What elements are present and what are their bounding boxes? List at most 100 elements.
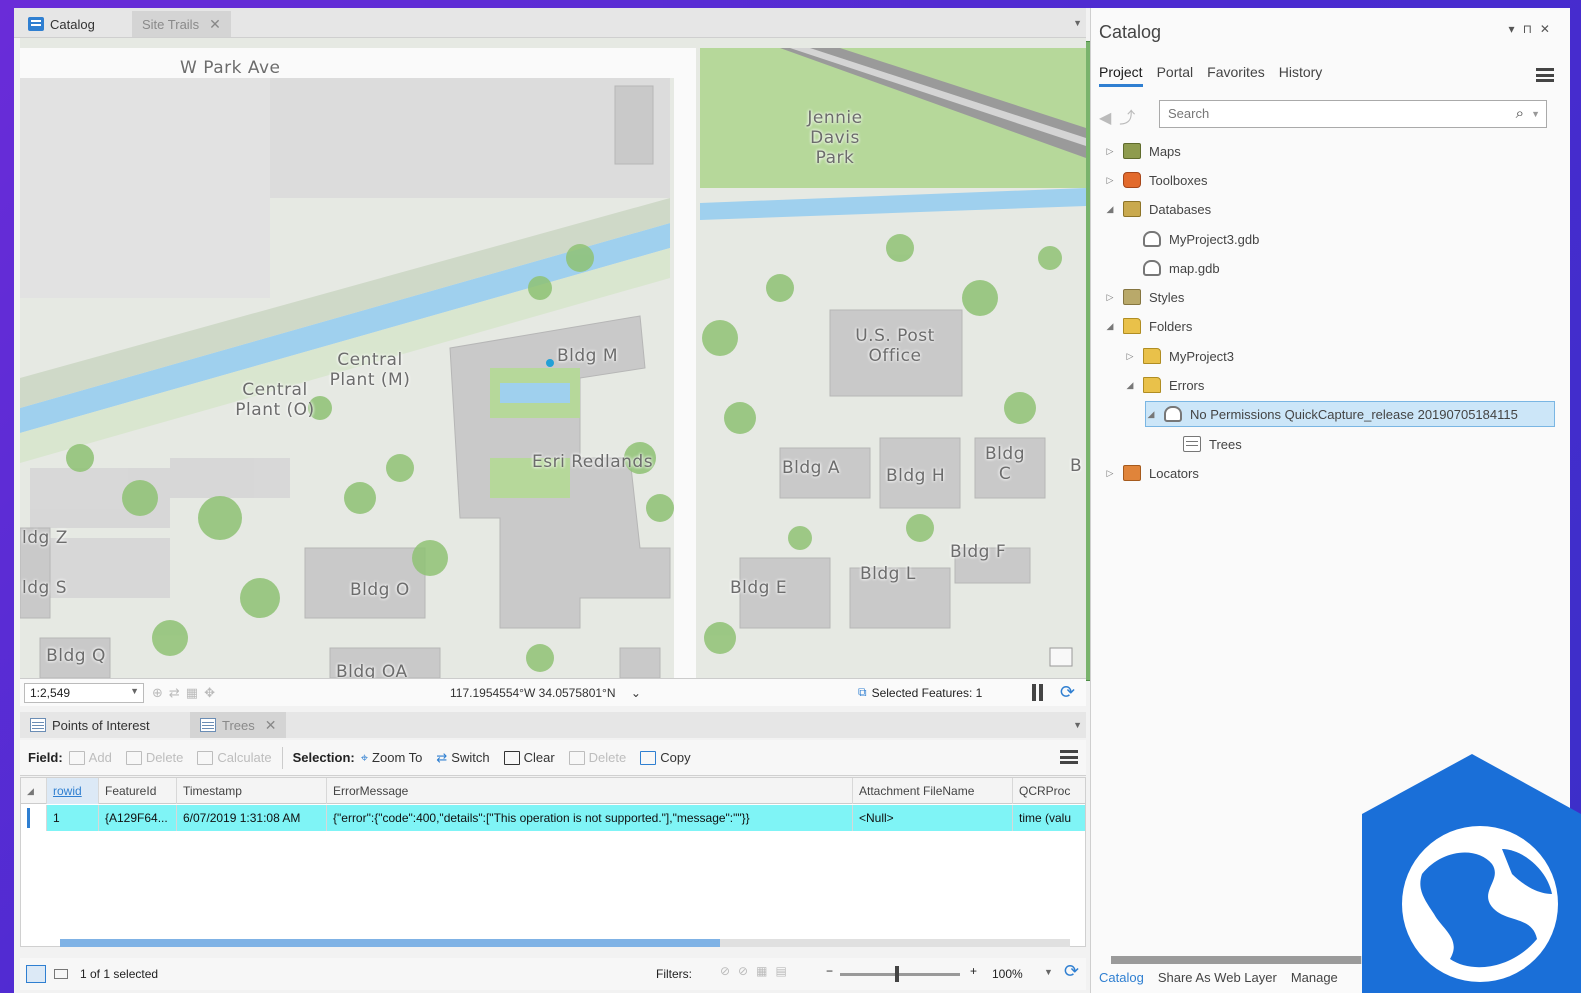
map-label-bldg-m: Bldg M — [557, 346, 619, 366]
close-icon[interactable]: ✕ — [209, 16, 221, 33]
tree-item-map-gdb[interactable]: map.gdb — [1143, 255, 1220, 281]
row-selector[interactable] — [21, 805, 47, 831]
filter-icons[interactable]: ⊘⊘▦▤ — [720, 964, 795, 978]
column-header-attachment-filename[interactable]: Attachment FileName — [853, 778, 1013, 804]
table-status-bar: 1 of 1 selected Filters: ⊘⊘▦▤ − + 100% ▼… — [20, 958, 1086, 990]
copy-button[interactable]: Copy — [640, 750, 691, 765]
collapse-icon[interactable]: ◢ — [1146, 409, 1156, 420]
tab-project[interactable]: Project — [1099, 64, 1143, 87]
table-horizontal-scrollbar[interactable] — [60, 939, 1070, 947]
chevron-down-icon[interactable]: ▼ — [1073, 720, 1082, 730]
tab-points-of-interest[interactable]: Points of Interest — [20, 712, 160, 738]
tab-site-trails[interactable]: Site Trails ✕ — [132, 11, 1204, 681]
delete-field-button[interactable]: Delete — [125, 750, 183, 765]
catalog-nav-buttons[interactable]: ◀⤴ — [1099, 104, 1143, 128]
list-view-icon[interactable] — [54, 969, 68, 979]
zoom-in-icon[interactable]: + — [970, 964, 977, 978]
tree-item-label: map.gdb — [1169, 260, 1220, 276]
locators-icon — [1123, 465, 1141, 481]
zoom-to-button[interactable]: ⌖ Zoom To — [361, 750, 423, 766]
calculate-field-button[interactable]: Calculate — [197, 750, 272, 765]
tab-manage[interactable]: Manage — [1291, 970, 1338, 993]
geodatabase-icon — [1143, 231, 1161, 247]
collapse-icon[interactable]: ◢ — [1105, 321, 1115, 332]
expand-icon[interactable]: ▷ — [1125, 351, 1135, 362]
table-cell[interactable]: 6/07/2019 1:31:08 AM — [177, 805, 327, 831]
tree-item-locators[interactable]: ▷ Locators — [1105, 460, 1199, 486]
column-header-qcrproc[interactable]: QCRProc — [1013, 778, 1085, 804]
pause-drawing-icon[interactable] — [1030, 684, 1046, 701]
tree-item-myproject-gdb[interactable]: MyProject3.gdb — [1143, 226, 1259, 252]
switch-button[interactable]: ⇄ Switch — [436, 750, 489, 766]
tab-share-as-web-layer[interactable]: Share As Web Layer — [1158, 970, 1277, 993]
tree-item-myproject-folder[interactable]: ▷ MyProject3 — [1125, 343, 1234, 369]
pane-window-controls[interactable]: ▾⊓✕ — [1509, 22, 1558, 36]
tree-item-label: Maps — [1149, 143, 1181, 159]
zoom-out-icon[interactable]: − — [826, 964, 833, 978]
collapse-icon[interactable]: ◢ — [1105, 204, 1115, 215]
selected-features-indicator[interactable]: ⧉ Selected Features: 1 — [858, 685, 982, 700]
table-cell[interactable]: {A129F64... — [99, 805, 177, 831]
catalog-search-input[interactable]: Search ⌕ ▼ — [1159, 100, 1547, 128]
tree-item-label: Locators — [1149, 465, 1199, 481]
tab-catalog-label: Catalog — [50, 16, 95, 32]
scale-selector[interactable]: 1:2,549 ▼ — [24, 683, 144, 703]
tree-item-no-permissions[interactable]: ◢ No Permissions QuickCapture_release 201… — [1145, 401, 1555, 427]
scrollbar-thumb[interactable] — [1111, 956, 1361, 964]
expand-icon[interactable]: ▷ — [1105, 146, 1115, 157]
catalog-menu-icon[interactable] — [1536, 68, 1554, 82]
refresh-icon[interactable]: ⟳ — [1060, 682, 1075, 703]
chevron-down-icon[interactable]: ▼ — [1531, 109, 1540, 119]
delete-selection-button[interactable]: Delete — [568, 750, 626, 765]
chevron-down-icon[interactable]: ⌄ — [631, 686, 641, 700]
expand-icon[interactable]: ▷ — [1105, 175, 1115, 186]
add-field-icon — [68, 750, 85, 765]
add-field-button[interactable]: Add — [68, 750, 112, 765]
scrollbar-thumb[interactable] — [60, 939, 720, 947]
tree-item-trees[interactable]: Trees — [1183, 431, 1242, 457]
tab-trees[interactable]: Trees ✕ — [190, 712, 287, 738]
tree-item-errors[interactable]: ◢ Errors — [1125, 372, 1204, 398]
map-view[interactable]: W Park Ave Jennie Davis Park U.S. Post O… — [20, 38, 1086, 678]
close-icon[interactable]: ✕ — [265, 717, 277, 734]
column-header-featureid[interactable]: FeatureId — [99, 778, 177, 804]
select-all-icon[interactable]: ◢ — [21, 778, 47, 804]
tree-item-folders[interactable]: ◢ Folders — [1105, 313, 1192, 339]
tree-item-toolboxes[interactable]: ▷ Toolboxes — [1105, 167, 1208, 193]
zoom-level[interactable]: 100% — [992, 967, 1023, 981]
refresh-icon[interactable]: ⟳ — [1064, 961, 1079, 982]
chevron-down-icon[interactable]: ▼ — [1044, 967, 1053, 977]
expand-icon[interactable]: ▷ — [1105, 468, 1115, 479]
table-row[interactable]: 1 {A129F64... 6/07/2019 1:31:08 AM {"err… — [21, 805, 1085, 831]
table-view-icon[interactable] — [26, 965, 46, 983]
table-cell[interactable]: {"error":{"code":400,"details":["This op… — [327, 805, 853, 831]
tree-item-label: Styles — [1149, 289, 1185, 305]
selection-label: Selection: — [292, 750, 355, 765]
table-cell[interactable]: 1 — [47, 805, 99, 831]
collapse-icon[interactable]: ◢ — [1125, 380, 1135, 391]
chevron-down-icon[interactable]: ▼ — [130, 686, 139, 696]
column-header-timestamp[interactable]: Timestamp — [177, 778, 327, 804]
tab-portal[interactable]: Portal — [1157, 64, 1194, 87]
tree-item-databases[interactable]: ◢ Databases — [1105, 196, 1211, 222]
tab-history[interactable]: History — [1279, 64, 1323, 87]
clear-button[interactable]: Clear — [503, 750, 555, 765]
chevron-down-icon[interactable]: ▼ — [1073, 18, 1082, 28]
tree-item-styles[interactable]: ▷ Styles — [1105, 284, 1184, 310]
tab-catalog[interactable]: Catalog — [18, 11, 105, 37]
tab-catalog-bottom[interactable]: Catalog — [1099, 970, 1144, 993]
expand-icon[interactable]: ▷ — [1105, 292, 1115, 303]
zoom-slider[interactable] — [840, 973, 960, 976]
zoom-slider-thumb[interactable] — [895, 966, 899, 982]
column-header-rowid[interactable]: rowid — [47, 778, 99, 804]
attribute-table[interactable]: ◢ rowid FeatureId Timestamp ErrorMessage… — [20, 777, 1086, 947]
table-cell[interactable]: time (valu — [1013, 805, 1085, 831]
coordinate-readout[interactable]: 117.1954554°W 34.0575801°N ⌄ — [450, 686, 641, 700]
tab-favorites[interactable]: Favorites — [1207, 64, 1265, 87]
map-nav-tools[interactable]: ⊕⇄▦✥ — [152, 685, 221, 701]
column-header-errormessage[interactable]: ErrorMessage — [327, 778, 853, 804]
tree-item-maps[interactable]: ▷ Maps — [1105, 138, 1181, 164]
table-cell[interactable]: <Null> — [853, 805, 1013, 831]
search-icon[interactable]: ⌕ — [1516, 105, 1524, 122]
table-menu-icon[interactable] — [1060, 750, 1078, 764]
